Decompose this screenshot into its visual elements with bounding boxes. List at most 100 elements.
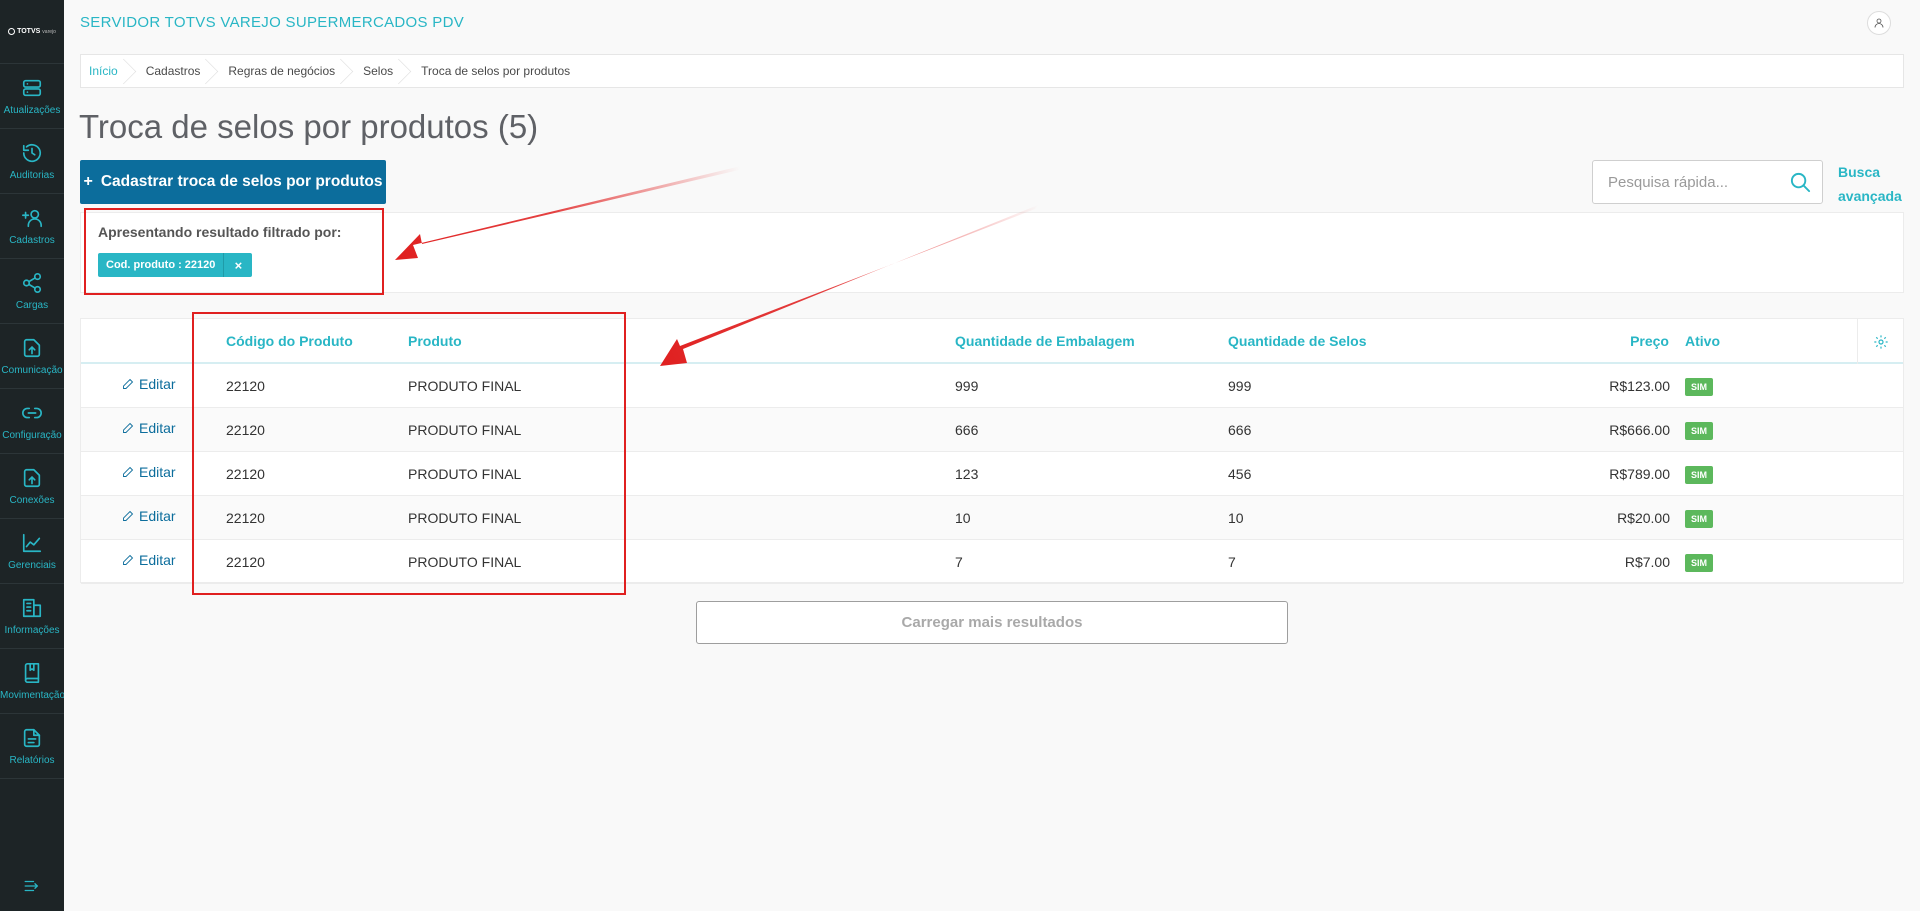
sidebar-item-movimentacao[interactable]: Movimentação <box>0 649 64 714</box>
book-icon <box>24 662 40 683</box>
cell-price: R$20.00 <box>1617 510 1670 526</box>
breadcrumb-inicio[interactable]: Início <box>81 55 136 87</box>
column-header-pack-qty[interactable]: Quantidade de Embalagem <box>955 333 1135 349</box>
cell-pack-qty: 7 <box>955 554 963 570</box>
breadcrumb: Início Cadastros Regras de negócios Selo… <box>80 54 1904 88</box>
sidebar-item-label: Comunicação <box>1 364 63 376</box>
table-row: Editar 22120 PRODUTO FINAL 10 10 R$20.00 SIM <box>81 496 1903 540</box>
filter-chip-label: Cod. produto : 22120 <box>98 253 225 277</box>
app-title: SERVIDOR TOTVS VAREJO SUPERMERCADOS PDV <box>80 14 465 31</box>
status-badge: SIM <box>1685 422 1714 440</box>
edit-button[interactable]: Editar <box>122 376 176 392</box>
edit-button-label: Editar <box>139 464 176 480</box>
sidebar-item-cargas[interactable]: Cargas <box>0 259 64 324</box>
sidebar-item-comunicacao[interactable]: Comunicação <box>0 324 64 389</box>
cell-price: R$7.00 <box>1624 554 1670 570</box>
chart-icon <box>22 533 42 552</box>
pencil-icon <box>123 466 134 477</box>
cell-pack-qty: 999 <box>955 378 979 394</box>
table-settings-icon[interactable] <box>1857 319 1903 364</box>
sidebar-item-label: Informações <box>4 624 60 636</box>
cell-code: 22120 <box>226 510 265 526</box>
status-badge: SIM <box>1685 510 1714 528</box>
cell-price: R$123.00 <box>1609 378 1670 394</box>
column-header-price[interactable]: Preço <box>1630 333 1669 349</box>
close-icon[interactable]: × <box>224 253 252 277</box>
sidebar-item-label: Configuração <box>2 429 62 441</box>
search-icon[interactable] <box>1789 171 1812 194</box>
pencil-icon <box>123 378 134 389</box>
column-header-active[interactable]: Ativo <box>1685 333 1720 349</box>
filter-panel: Apresentando resultado filtrado por: Cod… <box>80 212 1904 293</box>
history-icon <box>22 143 42 162</box>
server-icon <box>22 79 42 96</box>
cell-code: 22120 <box>226 378 265 394</box>
cell-product: PRODUTO FINAL <box>408 510 522 526</box>
edit-button[interactable]: Editar <box>122 552 176 568</box>
edit-button-label: Editar <box>139 376 176 392</box>
sidebar-item-conexoes[interactable]: Conexões <box>0 454 64 519</box>
cell-product: PRODUTO FINAL <box>408 466 522 482</box>
cell-stamp-qty: 7 <box>1228 554 1236 570</box>
status-badge: SIM <box>1685 378 1714 396</box>
cell-price: R$666.00 <box>1609 422 1670 438</box>
edit-button[interactable]: Editar <box>122 420 176 436</box>
menu-collapse-icon[interactable] <box>0 871 64 901</box>
column-header-code[interactable]: Código do Produto <box>226 333 353 349</box>
advanced-search-link[interactable]: Busca avançada <box>1838 160 1902 208</box>
pencil-icon <box>123 554 134 565</box>
column-header-stamp-qty[interactable]: Quantidade de Selos <box>1228 333 1366 349</box>
edit-button-label: Editar <box>139 420 176 436</box>
results-table: Código do Produto Produto Quantidade de … <box>80 318 1904 584</box>
cell-pack-qty: 10 <box>955 510 971 526</box>
sidebar-item-label: Gerenciais <box>8 559 56 571</box>
table-row: Editar 22120 PRODUTO FINAL 666 666 R$666.00 SI… <box>81 408 1903 452</box>
sidebar-item-label: Movimentação <box>0 689 64 701</box>
file-upload-icon <box>23 338 41 357</box>
page-title: Troca de selos por produtos (5) <box>79 108 539 145</box>
status-badge: SIM <box>1685 554 1714 572</box>
quick-search-input[interactable] <box>1593 173 1778 191</box>
table-row: Editar 22120 PRODUTO FINAL 123 456 R$789.00 SI… <box>81 452 1903 496</box>
sidebar-item-gerenciais[interactable]: Gerenciais <box>0 519 64 584</box>
table-row: Editar 22120 PRODUTO FINAL 999 999 R$123.00 SI… <box>81 364 1903 408</box>
cell-stamp-qty: 999 <box>1228 378 1252 394</box>
plus-icon: + <box>83 173 93 190</box>
sidebar-item-auditorias[interactable]: Auditorias <box>0 129 64 194</box>
edit-button[interactable]: Editar <box>122 464 176 480</box>
sidebar-item-atualizacoes[interactable]: Atualizações <box>0 64 64 129</box>
sidebar-item-relatorios[interactable]: Relatórios <box>0 714 64 779</box>
sidebar-item-label: Cargas <box>15 299 49 311</box>
cell-pack-qty: 123 <box>955 466 979 482</box>
edit-button-label: Editar <box>139 508 176 524</box>
sidebar-item-label: Atualizações <box>3 104 61 116</box>
filter-label: Apresentando resultado filtrado por: <box>98 224 342 240</box>
cell-product: PRODUTO FINAL <box>408 554 522 570</box>
user-avatar-icon[interactable] <box>1867 11 1891 35</box>
sidebar-item-cadastros[interactable]: Cadastros <box>0 194 64 259</box>
quick-search <box>1592 160 1823 204</box>
cell-stamp-qty: 456 <box>1228 466 1252 482</box>
document-icon <box>23 728 41 747</box>
pencil-icon <box>123 422 134 433</box>
sidebar-item-label: Auditorias <box>9 169 55 181</box>
breadcrumb-cadastros[interactable]: Cadastros <box>136 55 219 87</box>
cell-price: R$789.00 <box>1609 466 1670 482</box>
sidebar-item-informacoes[interactable]: Informações <box>0 584 64 649</box>
cell-pack-qty: 666 <box>955 422 979 438</box>
user-plus-icon <box>22 209 42 227</box>
status-badge: SIM <box>1685 466 1714 484</box>
pencil-icon <box>123 510 134 521</box>
breadcrumb-selos[interactable]: Selos <box>353 55 411 87</box>
file-upload-icon <box>23 468 41 487</box>
add-stamp-exchange-button[interactable]: + Cadastrar troca de selos por produtos <box>80 160 386 204</box>
edit-button[interactable]: Editar <box>122 508 176 524</box>
link-icon <box>22 407 42 418</box>
sidebar-item-configuracao[interactable]: Configuração <box>0 389 64 454</box>
column-header-product[interactable]: Produto <box>408 333 462 349</box>
load-more-button[interactable]: Carregar mais resultados <box>696 601 1288 644</box>
breadcrumb-current: Troca de selos por produtos <box>421 64 571 78</box>
cell-product: PRODUTO FINAL <box>408 422 522 438</box>
breadcrumb-regras-de-negocios[interactable]: Regras de negócios <box>218 55 353 87</box>
sidebar-item-label: Relatórios <box>9 754 55 766</box>
